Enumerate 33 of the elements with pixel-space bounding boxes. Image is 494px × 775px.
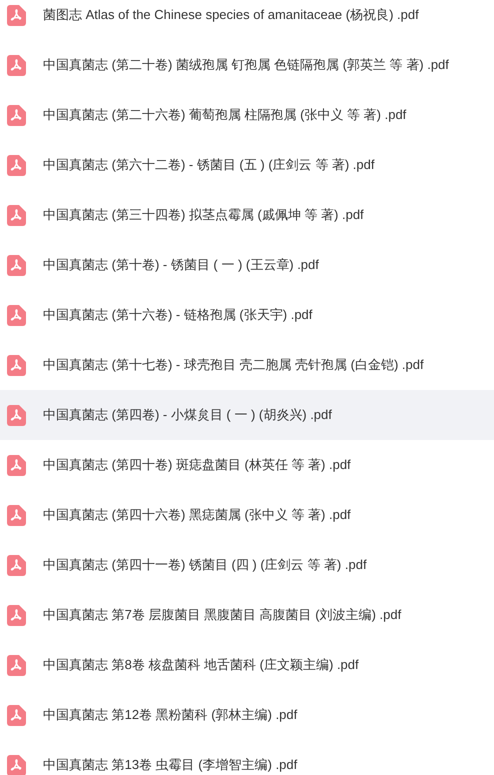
file-name: 菌图志 Atlas of the Chinese species of amanitaceae (杨祝良) .pdf xyxy=(43,6,419,24)
pdf-file-icon xyxy=(7,354,26,376)
pdf-file-icon xyxy=(7,604,26,626)
file-name: 中国真菌志 (第十卷) - 锈菌目 ( 一 ) (王云章) .pdf xyxy=(43,256,319,274)
file-row[interactable]: 中国真菌志 (第四卷) - 小煤炱目 ( 一 ) (胡炎兴) .pdf xyxy=(0,390,494,440)
pdf-file-icon xyxy=(7,654,26,676)
pdf-file-icon xyxy=(7,504,26,526)
file-name: 中国真菌志 (第三十四卷) 拟茎点霉属 (戚佩坤 等 著) .pdf xyxy=(43,206,364,224)
pdf-file-icon xyxy=(7,754,26,775)
pdf-file-icon xyxy=(7,104,26,126)
file-name: 中国真菌志 (第四十一卷) 锈菌目 (四 ) (庄剑云 等 著) .pdf xyxy=(43,556,367,574)
file-name: 中国真菌志 (第十七卷) - 球壳孢目 壳二胞属 壳针孢属 (白金铠) .pdf xyxy=(43,356,424,374)
file-name: 中国真菌志 (第二十卷) 菌绒孢属 钉孢属 色链隔孢属 (郭英兰 等 著) .pdf xyxy=(43,56,449,74)
pdf-file-icon xyxy=(7,304,26,326)
file-name: 中国真菌志 第7卷 层腹菌目 黑腹菌目 高腹菌目 (刘波主编) .pdf xyxy=(43,606,402,624)
file-name: 中国真菌志 (第六十二卷) - 锈菌目 (五 ) (庄剑云 等 著) .pdf xyxy=(43,156,374,174)
pdf-file-icon xyxy=(7,54,26,76)
file-name: 中国真菌志 第8卷 核盘菌科 地舌菌科 (庄文颖主编) .pdf xyxy=(43,656,359,674)
file-name: 中国真菌志 (第四十卷) 斑痣盘菌目 (林英任 等 著) .pdf xyxy=(43,456,351,474)
file-name: 中国真菌志 第13卷 虫霉目 (李增智主编) .pdf xyxy=(43,756,298,774)
pdf-file-icon xyxy=(7,154,26,176)
file-name: 中国真菌志 (第四十六卷) 黑痣菌属 (张中义 等 著) .pdf xyxy=(43,506,351,524)
pdf-file-icon xyxy=(7,554,26,576)
pdf-file-icon xyxy=(7,704,26,726)
pdf-file-icon xyxy=(7,404,26,426)
file-name: 中国真菌志 (第二十六卷) 葡萄孢属 柱隔孢属 (张中义 等 著) .pdf xyxy=(43,106,406,124)
pdf-file-icon xyxy=(7,4,26,26)
file-name: 中国真菌志 第12卷 黑粉菌科 (郭林主编) .pdf xyxy=(43,706,298,724)
file-name: 中国真菌志 (第十六卷) - 链格孢属 (张天宇) .pdf xyxy=(43,306,312,324)
pdf-file-icon xyxy=(7,204,26,226)
pdf-file-icon xyxy=(7,254,26,276)
file-name: 中国真菌志 (第四卷) - 小煤炱目 ( 一 ) (胡炎兴) .pdf xyxy=(43,406,332,424)
pdf-file-icon xyxy=(7,454,26,476)
